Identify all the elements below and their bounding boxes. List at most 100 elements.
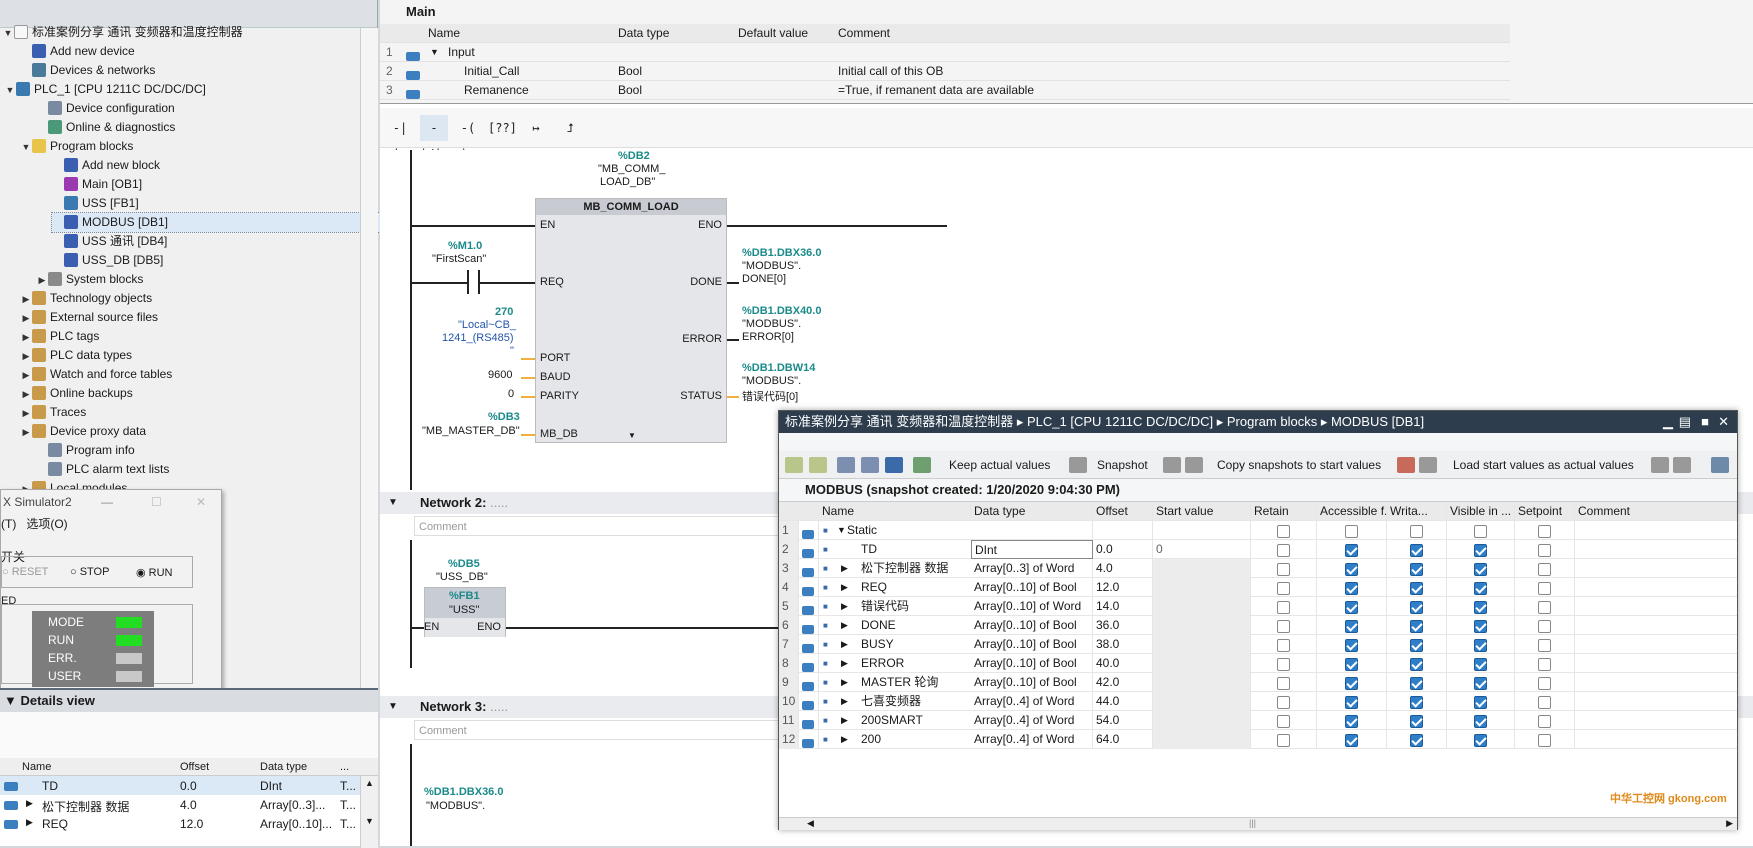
db-checkbox[interactable] (1345, 525, 1358, 538)
tree-item[interactable]: Online & diagnostics (36, 118, 175, 137)
tree-item[interactable]: USS [FB1] (52, 194, 139, 213)
add-row-icon[interactable] (809, 457, 827, 473)
tree-item[interactable]: ▶ Online backups (20, 384, 133, 403)
snapshot-icon[interactable] (1069, 457, 1087, 473)
db-col-header[interactable]: Setpoint (1515, 502, 1575, 521)
db-checkbox[interactable] (1277, 639, 1290, 652)
db-editor-window[interactable]: 标准案例分享 通讯 变频器和温度控制器 ▸ PLC_1 [CPU 1211C D… (778, 410, 1738, 830)
db-checkbox[interactable] (1277, 677, 1290, 690)
db-row[interactable]: 10 ■ ▶ 七喜变频器 Array[0..4] of Word 44.0 (779, 692, 1737, 711)
db-checkbox[interactable] (1410, 639, 1423, 652)
db-checkbox[interactable] (1410, 601, 1423, 614)
pin-mbdb[interactable]: MB_DB (540, 428, 578, 440)
tree-expander-icon[interactable]: ▶ (36, 271, 48, 290)
tree-expander-icon[interactable]: ▶ (20, 385, 32, 404)
pin-en[interactable]: EN (540, 219, 555, 231)
db-row[interactable]: 7 ■ ▶ BUSY Array[0..10] of Bool 38.0 (779, 635, 1737, 654)
tree-item[interactable]: Add new device (20, 42, 135, 61)
tree-item[interactable]: ▼ PLC_1 [CPU 1211C DC/DC/DC] (4, 80, 206, 99)
db-checkbox[interactable] (1277, 525, 1290, 538)
db-close-icon[interactable]: ✕ (1718, 411, 1729, 433)
tree-expander-icon[interactable]: ▶ (20, 290, 32, 309)
expander-icon[interactable]: ▶ (841, 673, 848, 692)
db-checkbox[interactable] (1474, 563, 1487, 576)
db-checkbox[interactable] (1410, 563, 1423, 576)
db-checkbox[interactable] (1474, 620, 1487, 633)
db-checkbox[interactable] (1474, 525, 1487, 538)
db-checkbox[interactable] (1345, 658, 1358, 671)
db-checkbox[interactable] (1410, 696, 1423, 709)
db-checkbox[interactable] (1277, 620, 1290, 633)
db-checkbox[interactable] (1538, 525, 1551, 538)
db-col-header[interactable]: Name (819, 502, 971, 521)
pin-error[interactable]: ERROR (682, 333, 722, 345)
db-col-header[interactable]: Retain (1251, 502, 1317, 521)
sim-mode-run[interactable]: ◉ RUN (136, 566, 173, 579)
if-col-default[interactable]: Default value (738, 24, 808, 43)
if-col-type[interactable]: Data type (618, 24, 669, 43)
interface-row[interactable]: 2 Initial_Call Bool Initial call of this OB (380, 62, 1510, 81)
insert-row-icon[interactable] (785, 457, 803, 473)
load-icon-c[interactable] (1651, 457, 1669, 473)
db-checkbox[interactable] (1277, 696, 1290, 709)
db-checkbox[interactable] (1474, 544, 1487, 557)
tree-item[interactable]: ▶ Watch and force tables (20, 365, 172, 384)
tree-item[interactable]: Device configuration (36, 99, 175, 118)
db-col-header[interactable]: Offset (1093, 502, 1153, 521)
plcsim-window[interactable]: X Simulator2 — ☐ ✕ (T) 选项(O) 开关 ○ RESET … (0, 489, 222, 695)
expander-icon[interactable]: ▶ (841, 692, 848, 711)
db-checkbox[interactable] (1345, 715, 1358, 728)
db-checkbox[interactable] (1345, 563, 1358, 576)
db-checkbox[interactable] (1410, 525, 1423, 538)
db-checkbox[interactable] (1474, 715, 1487, 728)
db-checkbox[interactable] (1474, 639, 1487, 652)
tree-item[interactable]: PLC alarm text lists (36, 460, 169, 479)
load-icon-b[interactable] (1419, 457, 1437, 473)
tree-item[interactable]: USS_DB [DB5] (52, 251, 163, 270)
db-checkbox[interactable] (1345, 544, 1358, 557)
db-col-header[interactable]: Visible in ... (1447, 502, 1515, 521)
sim-close-icon[interactable]: ✕ (196, 490, 206, 514)
db-checkbox[interactable] (1277, 734, 1290, 747)
db-checkbox[interactable] (1345, 734, 1358, 747)
expander-icon[interactable]: ▶ (841, 559, 848, 578)
interface-row[interactable]: 1 ▼ Input (380, 43, 1510, 62)
pin-baud[interactable]: BAUD (540, 371, 571, 383)
db-checkbox[interactable] (1538, 734, 1551, 747)
details-row[interactable]: ▶ 松下控制器 数据 4.0 Array[0..3]... T... (0, 795, 360, 814)
expander-icon[interactable]: ▶ (841, 711, 848, 730)
db-checkbox[interactable] (1345, 620, 1358, 633)
db-checkbox[interactable] (1538, 544, 1551, 557)
db-checkbox[interactable] (1410, 544, 1423, 557)
expander-icon[interactable]: ▶ (841, 578, 848, 597)
db-checkbox[interactable] (1345, 696, 1358, 709)
expander-icon[interactable]: ▶ (841, 654, 848, 673)
db-checkbox[interactable] (1538, 563, 1551, 576)
contact-left[interactable] (467, 270, 469, 294)
pin-eno[interactable]: ENO (698, 219, 722, 231)
db-checkbox[interactable] (1277, 582, 1290, 595)
pin-status[interactable]: STATUS (680, 390, 722, 402)
pin-req[interactable]: REQ (540, 276, 564, 288)
monitor-icon[interactable] (913, 457, 931, 473)
copy-snapshots-button[interactable]: Copy snapshots to start values (1217, 458, 1381, 472)
tree-expander-icon[interactable]: ▼ (4, 81, 16, 100)
ladder-tool-5[interactable]: ⮥ (556, 115, 584, 141)
db-row[interactable]: 8 ■ ▶ ERROR Array[0..10] of Bool 40.0 (779, 654, 1737, 673)
db-row[interactable]: 11 ■ ▶ 200SMART Array[0..4] of Word 54.0 (779, 711, 1737, 730)
tree-item[interactable]: ▶ External source files (20, 308, 158, 327)
copy-icon-a[interactable] (1163, 457, 1181, 473)
ladder-tool-4[interactable]: ↦ (522, 115, 550, 141)
db-checkbox[interactable] (1410, 734, 1423, 747)
details-header[interactable]: ▼ Details view (0, 690, 378, 712)
expand-all-icon[interactable] (837, 457, 855, 473)
expander-icon[interactable]: ▶ (26, 798, 33, 809)
if-col-comment[interactable]: Comment (838, 24, 890, 43)
copy-icon-b[interactable] (1185, 457, 1203, 473)
interface-row[interactable]: 3 Remanence Bool =True, if remanent data ar… (380, 81, 1510, 100)
db-checkbox[interactable] (1410, 582, 1423, 595)
tree-item[interactable]: ▶ Traces (20, 403, 86, 422)
tree-expander-icon[interactable]: ▶ (20, 404, 32, 423)
snapshot-button[interactable]: Snapshot (1097, 458, 1148, 472)
db-checkbox[interactable] (1538, 658, 1551, 671)
